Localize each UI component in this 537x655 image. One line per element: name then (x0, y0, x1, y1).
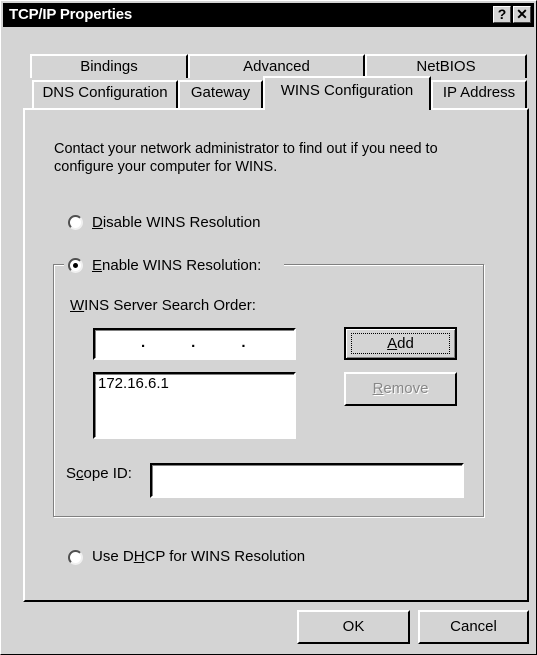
tab-label: NetBIOS (416, 58, 476, 75)
ok-label: OK (342, 618, 365, 635)
instructions-line-1: Contact your network administrator to fi… (54, 141, 438, 157)
tab-gateway[interactable]: Gateway (178, 80, 263, 108)
instructions-text: Contact your network administrator to fi… (54, 140, 438, 176)
tab-label: Bindings (80, 58, 138, 75)
radio-button-icon (68, 258, 83, 273)
tab-label: Gateway (190, 84, 251, 101)
help-button[interactable]: ? (493, 6, 511, 23)
tab-label: WINS Configuration (280, 82, 414, 99)
focus-rect: Add (351, 333, 450, 354)
title-bar[interactable]: TCP/IP Properties ? ✕ (3, 3, 534, 27)
tab-bindings[interactable]: Bindings (30, 54, 188, 78)
server-list-item[interactable]: 172.16.6.1 (98, 375, 169, 392)
use-dhcp-wins-label: Use DHCP for WINS Resolution (92, 548, 306, 565)
question-mark-icon: ? (497, 6, 507, 22)
ip-dots: . . . (141, 334, 249, 351)
add-button[interactable]: Add (344, 327, 457, 360)
ok-button[interactable]: OK (297, 610, 410, 644)
disable-wins-label: Disable WINS Resolution (92, 214, 261, 231)
remove-button[interactable]: Remove (344, 372, 457, 406)
tab-label: DNS Configuration (42, 84, 168, 101)
wins-server-list[interactable]: 172.16.6.1 (93, 372, 296, 439)
tab-label: IP Address (442, 84, 516, 101)
cancel-button[interactable]: Cancel (418, 610, 529, 644)
tab-wins-configuration[interactable]: WINS Configuration (263, 76, 431, 110)
tab-ip-address[interactable]: IP Address (431, 80, 527, 108)
enable-wins-radio[interactable]: Enable WINS Resolution: (64, 255, 284, 275)
enable-wins-label: Enable WINS Resolution: (92, 257, 262, 274)
wins-server-search-order-label: WINS Server Search Order: (70, 297, 256, 314)
instructions-line-2: configure your computer for WINS. (54, 159, 278, 175)
tab-label: Advanced (243, 58, 310, 75)
tab-netbios[interactable]: NetBIOS (365, 54, 527, 78)
radio-button-icon (68, 550, 83, 565)
tab-advanced[interactable]: Advanced (188, 54, 365, 78)
radio-selected-dot (73, 263, 78, 268)
tab-dns-configuration[interactable]: DNS Configuration (32, 80, 178, 108)
wins-server-ip-input[interactable]: . . . (93, 328, 296, 360)
cancel-label: Cancel (450, 618, 497, 635)
scope-id-input[interactable] (150, 463, 464, 498)
close-icon: ✕ (516, 6, 528, 22)
window-title: TCP/IP Properties (9, 6, 133, 23)
close-button[interactable]: ✕ (513, 6, 531, 23)
radio-button-icon (68, 215, 83, 230)
scope-id-label: Scope ID: (66, 465, 132, 482)
